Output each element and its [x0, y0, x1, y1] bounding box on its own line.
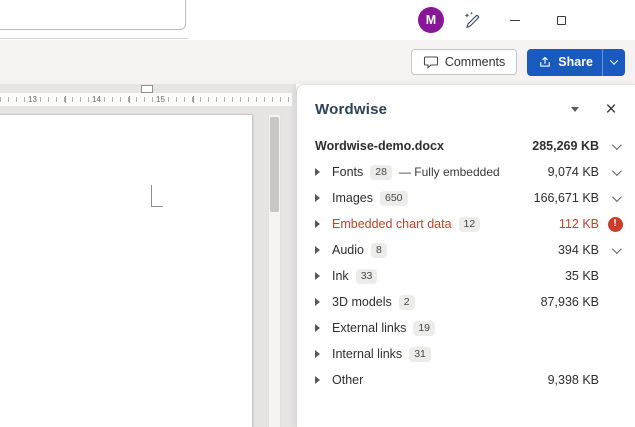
row-suffix: — Fully embedded	[398, 165, 500, 179]
row-label: Ink	[332, 269, 349, 283]
triangle-down-icon	[571, 106, 579, 112]
ruler-tick	[65, 96, 66, 103]
expand-triangle-icon[interactable]	[315, 272, 320, 280]
editor-pen-icon[interactable]	[460, 8, 484, 32]
expand-triangle-icon[interactable]	[315, 298, 320, 306]
count-badge: 2	[398, 294, 415, 310]
account-avatar[interactable]: M	[418, 7, 444, 33]
minimize-button[interactable]	[492, 0, 538, 40]
expand-triangle-icon[interactable]	[315, 220, 320, 228]
document-page[interactable]	[0, 114, 253, 427]
expand-triangle-icon[interactable]	[315, 168, 320, 176]
expand-triangle-icon[interactable]	[315, 350, 320, 358]
expand-triangle-icon[interactable]	[315, 246, 320, 254]
row-label: 3D models	[332, 295, 392, 309]
chevron-down-icon[interactable]	[611, 243, 622, 254]
title-bar: M	[0, 0, 635, 40]
share-dropdown-button[interactable]	[603, 49, 625, 76]
resource-row-other[interactable]: Other 9,398 KB	[297, 367, 635, 393]
row-label: Other	[332, 373, 364, 387]
count-badge: 28	[370, 164, 392, 180]
search-box-remnant	[0, 0, 186, 30]
ruler-tick	[129, 96, 130, 103]
resource-row-external-links[interactable]: External links 19	[297, 315, 635, 341]
chevron-down-icon[interactable]	[611, 165, 622, 176]
ruler-number: 13	[26, 94, 39, 105]
minimize-icon	[510, 19, 520, 21]
comments-button[interactable]: Comments	[410, 49, 518, 75]
row-label: External links	[332, 321, 407, 335]
row-size: 87,936 KB	[540, 295, 599, 309]
ruler-number: 15	[154, 94, 167, 105]
text-cursor-mark	[151, 185, 163, 207]
row-size: 112 KB	[558, 217, 599, 231]
count-badge: 33	[355, 268, 378, 284]
resource-row-images[interactable]: Images 650 166,671 KB	[297, 185, 635, 211]
scrollbar-thumb[interactable]	[270, 117, 279, 212]
resource-row-chart-data[interactable]: Embedded chart data 12 112 KB !	[297, 211, 635, 237]
expand-triangle-icon[interactable]	[315, 376, 320, 384]
maximize-button[interactable]	[538, 0, 584, 40]
indent-marker[interactable]	[141, 85, 153, 93]
panel-title: Wordwise	[315, 100, 388, 118]
document-summary-row[interactable]: Wordwise-demo.docx 285,269 KB	[297, 133, 635, 159]
titlebar-controls: M	[418, 0, 584, 40]
row-label: Internal links	[332, 347, 403, 361]
share-button[interactable]: Share	[527, 48, 625, 76]
comment-bubble-icon	[423, 56, 438, 69]
vertical-scrollbar[interactable]	[268, 115, 281, 427]
count-badge: 31	[409, 346, 431, 362]
row-size: 166,671 KB	[533, 191, 599, 205]
panel-header: Wordwise ×	[297, 85, 635, 120]
resource-row-3d-models[interactable]: 3D models 2 87,936 KB	[297, 289, 635, 315]
row-label: Embedded chart data	[332, 217, 452, 231]
ruler[interactable]: 13 14 15	[0, 93, 292, 106]
resource-row-fonts[interactable]: Fonts 28 — Fully embedded 9,074 KB	[297, 159, 635, 185]
row-size: 285,269 KB	[532, 139, 599, 153]
row-size: 9,074 KB	[547, 165, 599, 179]
share-main[interactable]: Share	[527, 49, 602, 76]
count-badge: 12	[458, 216, 481, 232]
document-area: 13 14 15	[0, 84, 296, 427]
expand-triangle-icon[interactable]	[315, 194, 320, 202]
remnant-divider	[0, 38, 188, 39]
ruler-ticks	[0, 97, 292, 102]
resource-list: Wordwise-demo.docx 285,269 KB Fonts 28 —…	[297, 133, 635, 393]
error-icon: !	[607, 216, 623, 232]
ribbon-strip: Comments Share	[0, 40, 635, 84]
chevron-down-icon[interactable]	[611, 191, 622, 202]
count-badge: 8	[370, 242, 387, 258]
resource-row-audio[interactable]: Audio 8 394 KB	[297, 237, 635, 263]
resource-row-ink[interactable]: Ink 33 35 KB	[297, 263, 635, 289]
row-label: Fonts	[332, 165, 364, 179]
share-label: Share	[558, 55, 593, 69]
resource-row-internal-links[interactable]: Internal links 31	[297, 341, 635, 367]
ruler-tick	[193, 96, 194, 103]
row-label: Images	[332, 191, 373, 205]
comments-label: Comments	[444, 55, 506, 69]
maximize-icon	[556, 15, 566, 25]
count-badge: 650	[380, 190, 408, 206]
wordwise-panel: Wordwise × Wordwise-demo.docx 285,269 KB…	[296, 84, 635, 427]
panel-close-button[interactable]: ×	[600, 98, 622, 120]
row-label: Wordwise-demo.docx	[315, 139, 444, 153]
row-label: Audio	[332, 243, 364, 257]
close-icon: ×	[605, 98, 617, 120]
chevron-down-icon[interactable]	[611, 139, 622, 150]
pane-options-button[interactable]	[564, 98, 586, 120]
chevron-down-icon	[609, 56, 619, 65]
expand-triangle-icon[interactable]	[315, 324, 320, 332]
avatar-initial: M	[425, 13, 437, 27]
share-icon	[540, 57, 551, 67]
row-size: 394 KB	[557, 243, 599, 257]
count-badge: 19	[413, 320, 436, 336]
row-size: 35 KB	[564, 269, 599, 283]
row-size: 9,398 KB	[547, 373, 599, 387]
word-window: M Comments Share 13 14 15 Wordwise × Wor…	[0, 0, 635, 427]
ruler-number: 14	[90, 94, 103, 105]
